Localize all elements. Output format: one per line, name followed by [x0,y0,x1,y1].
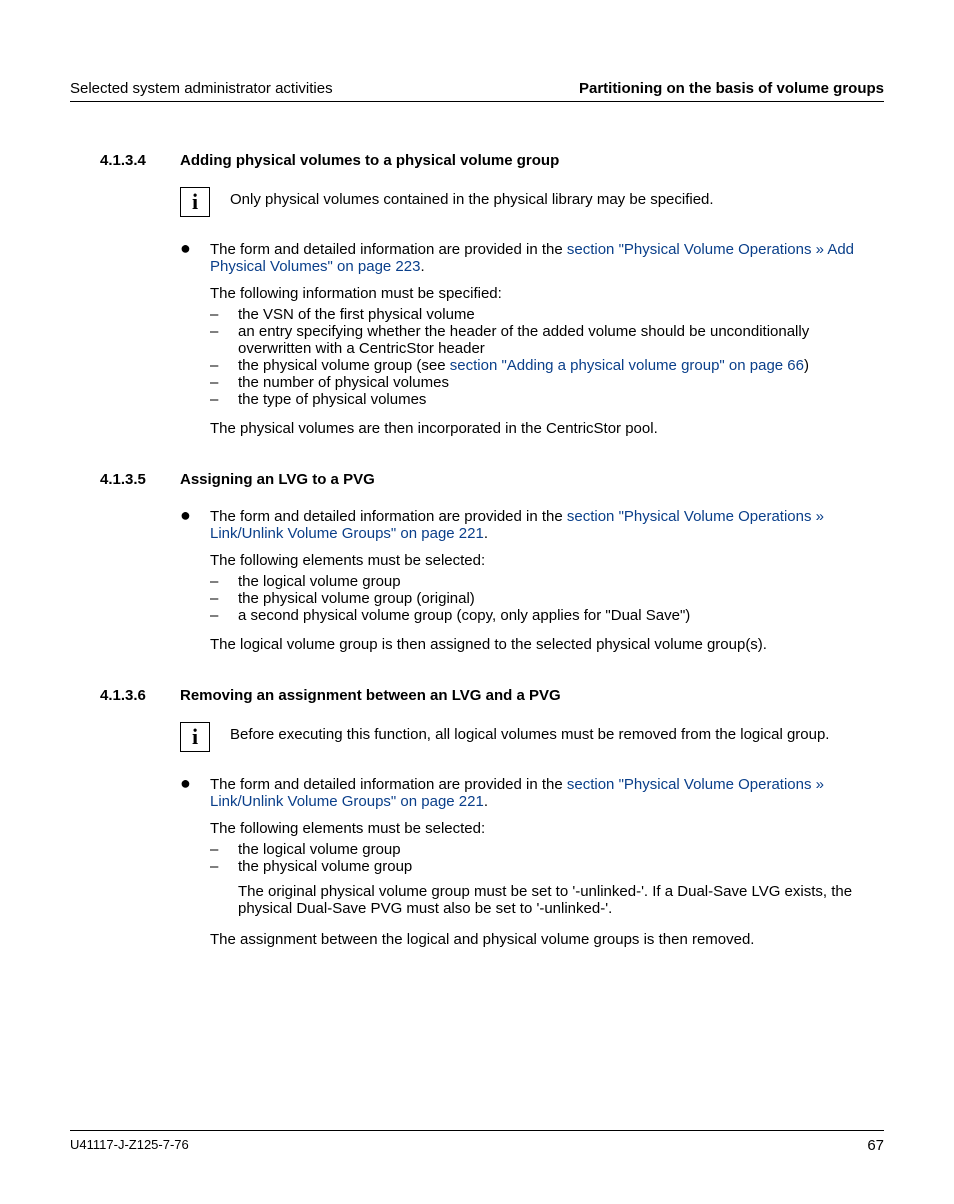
info-text: Before executing this function, all logi… [230,722,884,743]
list-text: a second physical volume group (copy, on… [238,607,884,624]
list-text: the VSN of the first physical volume [238,306,884,323]
heading-title: Assigning an LVG to a PVG [180,471,375,488]
list-text: an entry specifying whether the header o… [238,323,884,357]
bullet-para: The form and detailed information are pr… [210,508,884,542]
list-text: the physical volume group The original p… [238,858,884,919]
dash-icon: – [210,590,238,607]
list-text: the logical volume group [238,573,884,590]
closing-para: The logical volume group is then assigne… [210,636,884,653]
footer-doc-id: U41117-J-Z125-7-76 [70,1137,189,1154]
bullet-item: ● The form and detailed information are … [180,506,884,657]
closing-para: The assignment between the logical and p… [210,931,884,948]
text: the physical volume group (see [238,357,450,374]
dash-icon: – [210,306,238,323]
heading: 4.1.3.4 Adding physical volumes to a phy… [70,152,884,169]
list-item: –the physical volume group (original) [210,590,884,607]
bullet-icon: ● [180,506,210,657]
text: The form and detailed information are pr… [210,241,567,258]
list-item: – the physical volume group The original… [210,858,884,919]
list-item: –the type of physical volumes [210,391,884,408]
text: . [484,525,488,542]
section-4-1-3-5: 4.1.3.5 Assigning an LVG to a PVG ● The … [70,471,884,657]
section-4-1-3-6: 4.1.3.6 Removing an assignment between a… [70,687,884,952]
dash-icon: – [210,858,238,919]
bullet-icon: ● [180,239,210,441]
info-note: i Only physical volumes contained in the… [180,187,884,217]
footer-page-number: 67 [867,1137,884,1154]
heading-title: Removing an assignment between an LVG an… [180,687,561,704]
list-item: –a second physical volume group (copy, o… [210,607,884,624]
list-text: the physical volume group (see section "… [238,357,884,374]
list-text: the physical volume group (original) [238,590,884,607]
list-text: the number of physical volumes [238,374,884,391]
list-item: –an entry specifying whether the header … [210,323,884,357]
following-label: The following information must be specif… [210,285,884,302]
page: Selected system administrator activities… [0,0,954,1204]
list-item: –the VSN of the first physical volume [210,306,884,323]
heading-title: Adding physical volumes to a physical vo… [180,152,559,169]
dash-icon: – [210,374,238,391]
header-left: Selected system administrator activities [70,80,333,97]
text: the physical volume group [238,858,412,875]
running-footer: U41117-J-Z125-7-76 67 [70,1130,884,1154]
bullet-para: The form and detailed information are pr… [210,241,884,275]
heading: 4.1.3.5 Assigning an LVG to a PVG [70,471,884,488]
bullet-item: ● The form and detailed information are … [180,239,884,441]
dash-icon: – [210,841,238,858]
list-item: –the physical volume group (see section … [210,357,884,374]
info-icon: i [180,187,210,217]
info-text: Only physical volumes contained in the p… [230,187,884,208]
list-item: –the logical volume group [210,573,884,590]
dash-icon: – [210,391,238,408]
text: ) [804,357,809,374]
following-label: The following elements must be selected: [210,552,884,569]
link-adding-pvg[interactable]: section "Adding a physical volume group"… [450,357,804,374]
heading-number: 4.1.3.4 [70,152,180,169]
heading: 4.1.3.6 Removing an assignment between a… [70,687,884,704]
dash-icon: – [210,323,238,357]
dash-icon: – [210,607,238,624]
bullet-icon: ● [180,774,210,952]
closing-para: The physical volumes are then incorporat… [210,420,884,437]
running-header: Selected system administrator activities… [70,80,884,102]
header-right: Partitioning on the basis of volume grou… [579,80,884,97]
list-text: the logical volume group [238,841,884,858]
dash-icon: – [210,573,238,590]
info-note: i Before executing this function, all lo… [180,722,884,752]
text: . [484,793,488,810]
text: The form and detailed information are pr… [210,776,567,793]
info-icon: i [180,722,210,752]
list-item: –the logical volume group [210,841,884,858]
heading-number: 4.1.3.6 [70,687,180,704]
bullet-item: ● The form and detailed information are … [180,774,884,952]
list-text: the type of physical volumes [238,391,884,408]
bullet-para: The form and detailed information are pr… [210,776,884,810]
list-item: –the number of physical volumes [210,374,884,391]
text: The form and detailed information are pr… [210,508,567,525]
heading-number: 4.1.3.5 [70,471,180,488]
section-4-1-3-4: 4.1.3.4 Adding physical volumes to a phy… [70,152,884,441]
sub-para: The original physical volume group must … [238,883,884,917]
following-label: The following elements must be selected: [210,820,884,837]
text: . [420,258,424,275]
dash-icon: – [210,357,238,374]
